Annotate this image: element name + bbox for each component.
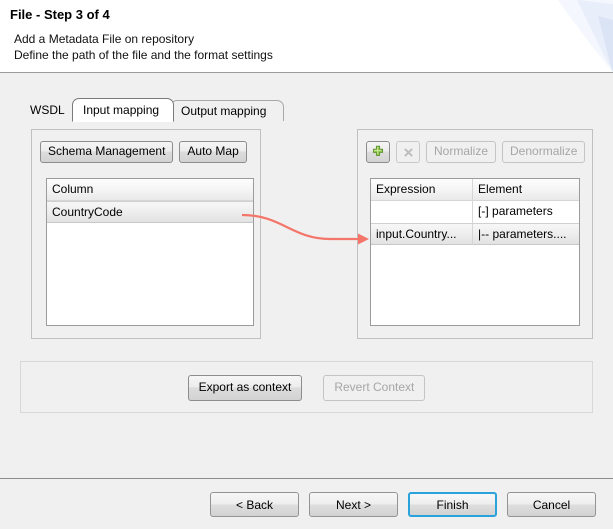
revert-context-button: Revert Context [323, 375, 426, 401]
finish-button[interactable]: Finish [408, 492, 497, 517]
add-mapping-button[interactable] [366, 141, 390, 163]
denormalize-button: Denormalize [502, 141, 586, 163]
mapping-content-area: Schema Management Auto Map Column Countr… [20, 121, 593, 344]
context-group-box: Export as context Revert Context [20, 361, 593, 413]
tab-output-mapping[interactable]: Output mapping [170, 100, 284, 122]
auto-map-button[interactable]: Auto Map [179, 141, 247, 163]
back-button[interactable]: < Back [210, 492, 299, 517]
delete-mapping-button [396, 141, 420, 163]
schema-management-button[interactable]: Schema Management [40, 141, 174, 163]
table-row[interactable]: CountryCode [47, 201, 253, 223]
cancel-button[interactable]: Cancel [507, 492, 596, 517]
table-row[interactable]: [-] parameters [371, 201, 579, 223]
expression-element-table[interactable]: Expression Element [-] parameters input.… [370, 178, 580, 326]
cell-expression: input.Country... [371, 223, 474, 245]
column-header-column: Column [47, 179, 253, 201]
input-column-table[interactable]: Column CountryCode [46, 178, 254, 326]
wizard-header: File - Step 3 of 4 Add a Metadata File o… [0, 0, 613, 73]
output-mapping-panel: Normalize Denormalize Expression Element… [357, 129, 593, 339]
column-header-element: Element [473, 179, 579, 201]
wizard-navigation-buttons: < Back Next > Finish Cancel [210, 492, 596, 517]
header-subtitle-line2: Define the path of the file and the form… [14, 48, 273, 62]
export-as-context-button[interactable]: Export as context [187, 375, 303, 401]
cell-column-name: CountryCode [47, 201, 253, 223]
right-panel-toolbar: Normalize Denormalize [366, 141, 586, 163]
page-title: File - Step 3 of 4 [10, 7, 110, 22]
cell-element: |-- parameters.... [473, 223, 579, 245]
left-panel-toolbar: Schema Management Auto Map [40, 141, 247, 163]
tab-wsdl[interactable]: WSDL [20, 100, 78, 122]
plus-icon [372, 145, 384, 156]
header-decoration [558, 0, 613, 72]
cell-element: [-] parameters [473, 201, 579, 223]
normalize-button: Normalize [426, 141, 497, 163]
cell-expression [371, 201, 474, 223]
close-x-icon [403, 147, 413, 157]
table-header-row: Column [47, 179, 253, 201]
table-row[interactable]: input.Country... |-- parameters.... [371, 223, 579, 245]
column-header-expression: Expression [371, 179, 474, 201]
context-buttons: Export as context Revert Context [21, 375, 592, 401]
header-subtitle-line1: Add a Metadata File on repository [14, 32, 195, 46]
wizard-footer: < Back Next > Finish Cancel [0, 479, 613, 529]
table-header-row: Expression Element [371, 179, 579, 201]
tab-input-mapping[interactable]: Input mapping [72, 98, 174, 122]
tab-bar: WSDL Input mapping Output mapping [20, 98, 593, 122]
next-button[interactable]: Next > [309, 492, 398, 517]
input-schema-panel: Schema Management Auto Map Column Countr… [31, 129, 261, 339]
